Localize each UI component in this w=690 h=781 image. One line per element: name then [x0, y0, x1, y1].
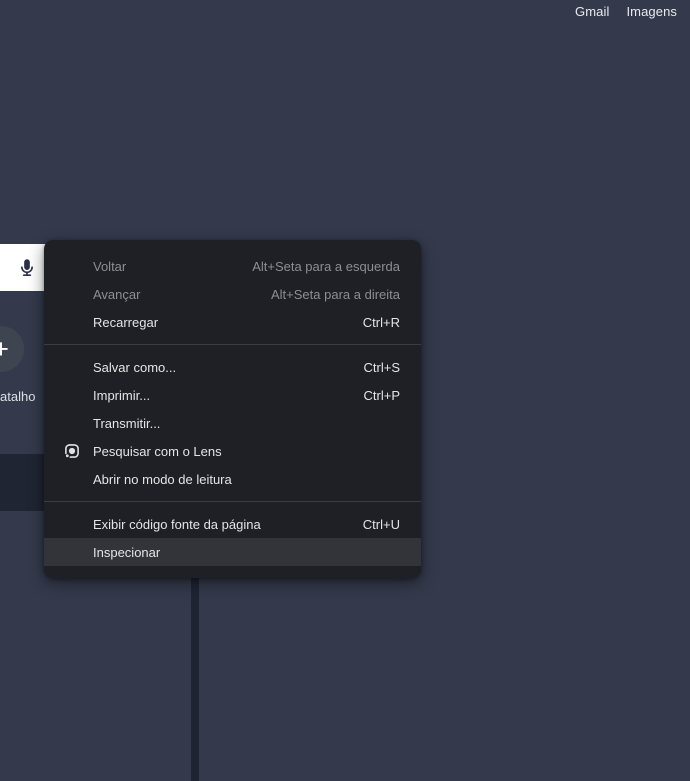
- menu-item-print[interactable]: Imprimir... Ctrl+P: [44, 381, 421, 409]
- menu-item-shortcut: Ctrl+R: [362, 314, 400, 330]
- menu-item-reader-mode[interactable]: Abrir no modo de leitura: [44, 465, 421, 493]
- menu-separator: [44, 501, 421, 502]
- gmail-link[interactable]: Gmail: [575, 4, 609, 19]
- menu-item-label: Recarregar: [93, 314, 159, 330]
- menu-item-label: Avançar: [93, 286, 141, 302]
- shortcut-label-fragment: atalho: [0, 389, 36, 404]
- menu-item-shortcut: Alt+Seta para a esquerda: [252, 258, 400, 274]
- menu-item-shortcut: Ctrl+P: [363, 387, 400, 403]
- menu-item-back: Voltar Alt+Seta para a esquerda: [44, 252, 421, 280]
- header-links: Gmail Imagens: [575, 4, 677, 19]
- menu-item-shortcut: Ctrl+S: [363, 359, 400, 375]
- menu-separator: [44, 344, 421, 345]
- menu-item-shortcut: Ctrl+U: [362, 516, 400, 532]
- menu-item-save-as[interactable]: Salvar como... Ctrl+S: [44, 353, 421, 381]
- menu-item-inspect[interactable]: Inspecionar: [44, 538, 421, 566]
- context-menu: Voltar Alt+Seta para a esquerda Avançar …: [44, 240, 421, 578]
- microphone-icon[interactable]: [16, 257, 38, 279]
- menu-item-view-page-source[interactable]: Exibir código fonte da página Ctrl+U: [44, 510, 421, 538]
- plus-icon: +: [0, 333, 9, 364]
- menu-item-forward: Avançar Alt+Seta para a direita: [44, 280, 421, 308]
- page-dark-band: [0, 454, 44, 511]
- menu-item-label: Pesquisar com o Lens: [93, 443, 222, 459]
- menu-item-search-with-lens[interactable]: Pesquisar com o Lens: [44, 437, 421, 465]
- menu-item-label: Voltar: [93, 258, 127, 274]
- menu-item-label: Exibir código fonte da página: [93, 516, 261, 532]
- menu-item-shortcut: Alt+Seta para a direita: [271, 286, 400, 302]
- images-link[interactable]: Imagens: [626, 4, 677, 19]
- lens-icon: [65, 444, 79, 458]
- menu-item-label: Inspecionar: [93, 544, 161, 560]
- page-vertical-divider: [191, 574, 199, 781]
- add-shortcut-button[interactable]: +: [0, 326, 24, 372]
- menu-item-label: Salvar como...: [93, 359, 177, 375]
- menu-item-reload[interactable]: Recarregar Ctrl+R: [44, 308, 421, 336]
- search-bar-fragment[interactable]: [0, 244, 46, 291]
- menu-item-label: Transmitir...: [93, 415, 161, 431]
- menu-item-label: Abrir no modo de leitura: [93, 471, 232, 487]
- menu-item-label: Imprimir...: [93, 387, 151, 403]
- menu-item-cast[interactable]: Transmitir...: [44, 409, 421, 437]
